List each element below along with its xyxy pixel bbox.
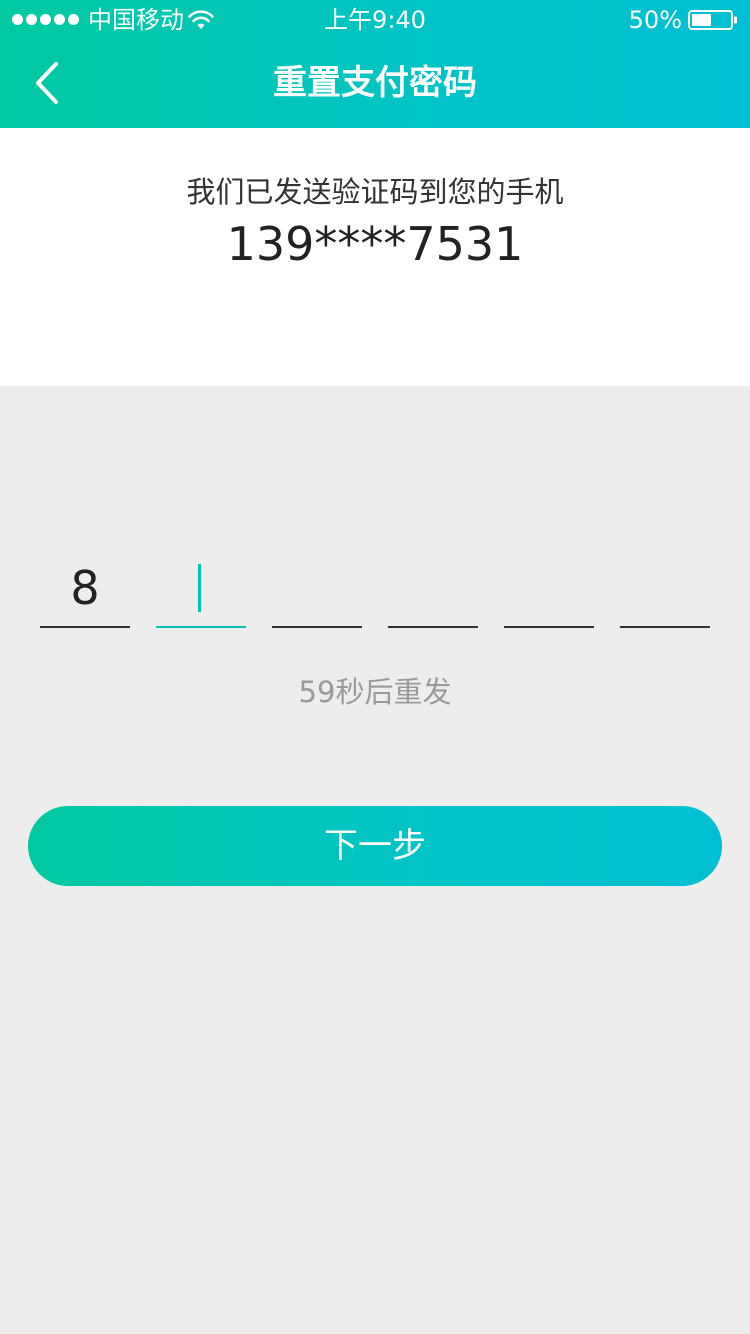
battery-percent: 50% <box>628 6 682 34</box>
code-digit-6[interactable] <box>620 548 710 628</box>
page-title: 重置支付密码 <box>273 63 477 103</box>
verification-code-input[interactable]: 8 <box>40 548 710 628</box>
header: 中国移动 上午9:40 50% 重置支付密码 <box>0 0 750 128</box>
info-card: 我们已发送验证码到您的手机 139****7531 <box>0 128 750 386</box>
nav-bar: 重置支付密码 <box>0 40 750 128</box>
code-digit-1[interactable]: 8 <box>40 548 130 628</box>
sent-message: 我们已发送验证码到您的手机 <box>186 175 564 209</box>
next-button[interactable]: 下一步 <box>28 806 722 886</box>
resend-countdown: 59秒后重发 <box>298 675 452 709</box>
battery-icon <box>688 10 737 30</box>
status-bar: 中国移动 上午9:40 50% <box>0 0 750 40</box>
masked-phone-number: 139****7531 <box>226 217 524 271</box>
code-digit-3[interactable] <box>272 548 362 628</box>
code-digit-2[interactable] <box>156 548 246 628</box>
code-digit-5[interactable] <box>504 548 594 628</box>
text-cursor <box>198 564 201 612</box>
code-digit-4[interactable] <box>388 548 478 628</box>
screen: 中国移动 上午9:40 50% 重置支付密码 我们已发送验证码到您的手机 139… <box>0 0 750 1334</box>
